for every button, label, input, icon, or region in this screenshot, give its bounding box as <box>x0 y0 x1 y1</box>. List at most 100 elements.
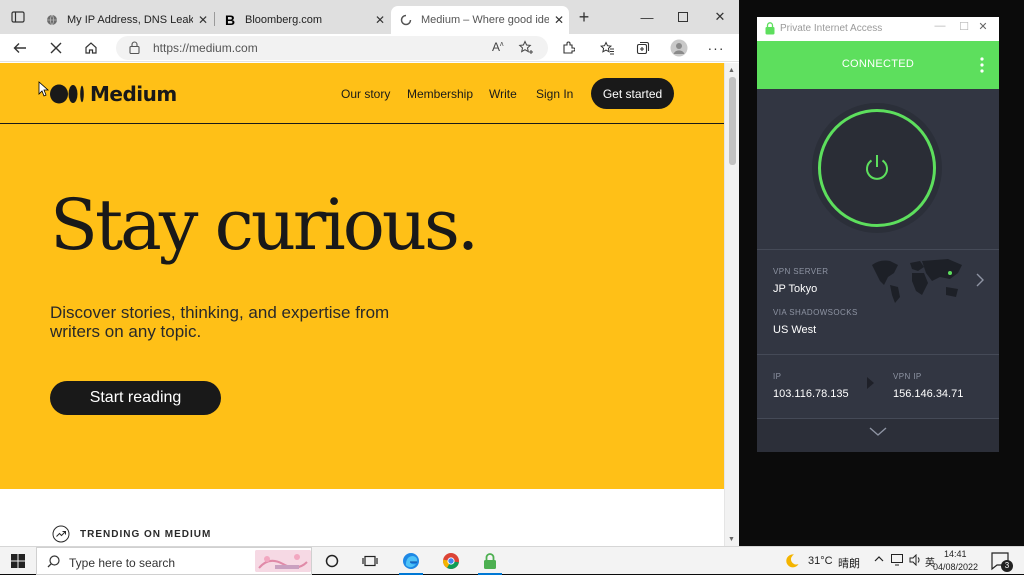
pia-divider <box>757 354 999 355</box>
pia-titlebar: Private Internet Access — ☐ ✕ <box>757 17 999 41</box>
close-window-icon[interactable]: ✕ <box>702 0 738 34</box>
back-arrow-icon[interactable] <box>8 36 32 60</box>
vpn-ip-label: VPN IP <box>893 372 922 381</box>
close-tab-icon[interactable]: ✕ <box>370 13 390 27</box>
globe-icon <box>45 13 59 27</box>
weather-temperature[interactable]: 31°C <box>808 555 833 567</box>
trending-heading: TRENDING ON MEDIUM <box>52 525 211 543</box>
search-placeholder: Type here to search <box>69 556 176 570</box>
pia-window: Private Internet Access — ☐ ✕ CONNECTED … <box>757 17 999 452</box>
hero-headline: Stay curious. <box>50 184 479 266</box>
tab-medium[interactable]: Medium – Where good ideas ✕ <box>391 6 569 34</box>
tab-actions-icon[interactable] <box>6 5 30 29</box>
network-icon[interactable] <box>891 554 905 566</box>
logo-text: Medium <box>90 82 177 106</box>
weather-moon-icon[interactable] <box>784 553 800 569</box>
bloomberg-b-icon: B <box>224 12 236 28</box>
notification-badge: 3 <box>1001 560 1013 572</box>
pia-divider <box>757 249 999 250</box>
edge-taskbar-icon[interactable] <box>391 547 431 575</box>
pia-minimize-icon[interactable]: — <box>931 20 949 32</box>
trending-label: TRENDING ON MEDIUM <box>80 528 212 540</box>
start-reading-button[interactable]: Start reading <box>50 381 221 415</box>
pia-lock-icon <box>765 22 775 35</box>
clock-time[interactable]: 14:41 <box>944 549 967 559</box>
vpn-server-value: JP Tokyo <box>773 283 818 295</box>
chevron-up-icon[interactable] <box>874 554 884 564</box>
windows-start-icon[interactable] <box>0 547 36 575</box>
taskbar-search-box[interactable]: Type here to search <box>36 547 312 575</box>
vpn-ip-value: 156.146.34.71 <box>893 388 964 400</box>
chevron-right-icon[interactable] <box>975 272 985 288</box>
pia-close-icon[interactable]: ✕ <box>974 20 992 33</box>
stop-loading-icon[interactable] <box>44 36 68 60</box>
nav-write[interactable]: Write <box>489 87 517 101</box>
power-button[interactable] <box>818 109 936 227</box>
hero-subhead: Discover stories, thinking, and expertis… <box>50 303 390 341</box>
header-divider <box>0 123 724 124</box>
read-aloud-icon[interactable]: Aʌ <box>492 40 504 54</box>
pia-status-header: CONNECTED <box>757 41 999 89</box>
power-icon <box>866 155 888 180</box>
browser-window: My IP Address, DNS Leak Tes ✕ B Bloomber… <box>0 0 739 546</box>
url-text: https://medium.com <box>153 41 258 55</box>
ip-value: 103.116.78.135 <box>773 388 849 400</box>
nav-membership[interactable]: Membership <box>407 87 473 101</box>
favorites-icon[interactable] <box>595 36 619 60</box>
pia-window-title: Private Internet Access <box>780 23 883 34</box>
via-shadowsocks-label: VIA SHADOWSOCKS <box>773 308 858 317</box>
ip-label: IP <box>773 372 782 381</box>
medium-logo[interactable]: Medium <box>50 82 177 106</box>
search-highlight-image <box>255 550 311 572</box>
cortana-icon[interactable] <box>312 547 352 575</box>
medium-hero: Medium Our story Membership Write Sign I… <box>0 63 724 489</box>
volume-icon[interactable] <box>909 554 922 566</box>
nav-our-story[interactable]: Our story <box>341 87 390 101</box>
loading-spinner-icon <box>399 13 413 27</box>
page-scrollbar[interactable]: ▲ ▼ <box>724 63 739 546</box>
pia-divider <box>757 418 999 419</box>
mouse-cursor-icon <box>38 81 50 97</box>
tab-title: My IP Address, DNS Leak Tes <box>67 14 193 26</box>
scroll-down-icon[interactable]: ▼ <box>728 536 735 543</box>
maximize-icon[interactable] <box>665 0 701 34</box>
collections-icon[interactable] <box>631 36 655 60</box>
tab-strip: My IP Address, DNS Leak Tes ✕ B Bloomber… <box>0 0 739 34</box>
tab-title: Medium – Where good ideas <box>421 14 549 26</box>
world-map-icon <box>872 259 962 303</box>
get-started-button[interactable]: Get started <box>591 78 674 109</box>
tab-bloomberg[interactable]: B Bloomberg.com ✕ <box>215 6 390 34</box>
scroll-up-icon[interactable]: ▲ <box>728 67 735 74</box>
pia-maximize-icon[interactable]: ☐ <box>955 20 973 33</box>
minimize-icon[interactable]: — <box>629 0 665 34</box>
search-icon <box>47 555 60 568</box>
lock-icon[interactable] <box>129 41 140 54</box>
clock-date[interactable]: 04/08/2022 <box>933 562 978 572</box>
close-tab-icon[interactable]: ✕ <box>193 13 213 27</box>
browser-toolbar: https://medium.com Aʌ ··· <box>0 34 739 62</box>
profile-avatar-icon[interactable] <box>667 36 691 60</box>
extensions-icon[interactable] <box>556 36 580 60</box>
windows-taskbar: Type here to search 31°C 晴朗 英 14:41 04/0… <box>0 546 1024 575</box>
home-icon[interactable] <box>79 36 103 60</box>
scrollbar-thumb[interactable] <box>729 77 736 165</box>
add-favorite-icon[interactable] <box>518 40 534 55</box>
chrome-taskbar-icon[interactable] <box>431 547 471 575</box>
address-bar[interactable]: https://medium.com Aʌ <box>116 36 548 60</box>
tab-ip-leak[interactable]: My IP Address, DNS Leak Tes ✕ <box>37 6 213 34</box>
connection-status: CONNECTED <box>841 58 915 70</box>
via-location-value: US West <box>773 324 817 336</box>
page-viewport: Medium Our story Membership Write Sign I… <box>0 63 724 546</box>
pia-menu-icon[interactable] <box>979 55 985 75</box>
vpn-server-label: VPN SERVER <box>773 267 829 276</box>
tab-title: Bloomberg.com <box>245 14 323 26</box>
task-view-icon[interactable] <box>350 547 390 575</box>
arrow-right-icon <box>867 377 874 389</box>
nav-sign-in[interactable]: Sign In <box>536 87 573 101</box>
pia-taskbar-icon[interactable] <box>470 547 510 575</box>
trending-icon <box>52 525 70 543</box>
more-options-icon[interactable]: ··· <box>704 36 728 60</box>
new-tab-button[interactable]: + <box>566 0 602 34</box>
chevron-down-icon[interactable] <box>868 426 888 437</box>
weather-description[interactable]: 晴朗 <box>838 555 860 571</box>
